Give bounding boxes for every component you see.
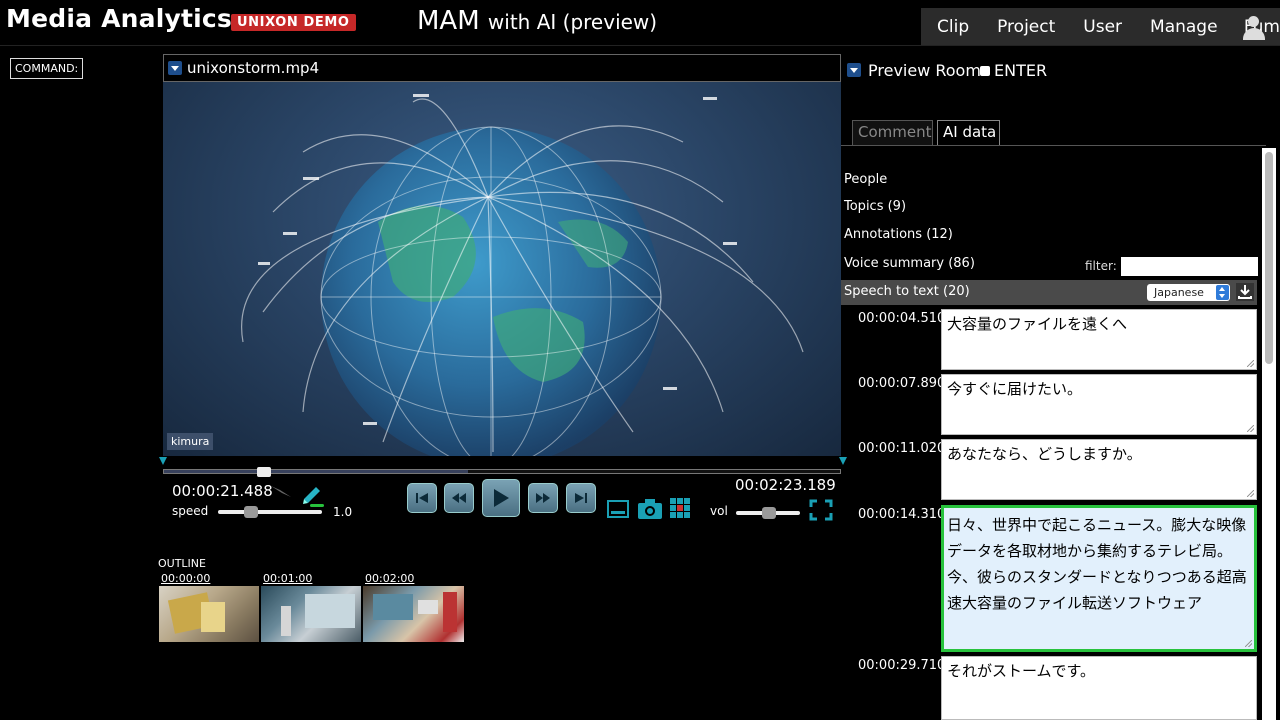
step-forward-icon bbox=[575, 493, 587, 503]
transcript-time[interactable]: 00:00:11.020 bbox=[858, 441, 945, 456]
header-divider bbox=[0, 45, 1280, 46]
speech-to-text-label: Speech to text (20) bbox=[844, 284, 970, 299]
rewind-button[interactable] bbox=[444, 483, 474, 513]
download-icon[interactable] bbox=[1236, 283, 1254, 301]
rewind-icon bbox=[452, 493, 466, 503]
transcript-text[interactable]: あなたなら、どうしますか。 bbox=[941, 439, 1257, 500]
outline-thumbnail[interactable] bbox=[159, 586, 259, 642]
subtitle-screen-icon[interactable] bbox=[607, 500, 629, 518]
step-forward-button[interactable] bbox=[566, 483, 596, 513]
dropdown-toggle-icon[interactable] bbox=[168, 61, 182, 75]
fast-forward-icon bbox=[536, 493, 550, 503]
transcript-time[interactable]: 00:00:07.890 bbox=[858, 376, 945, 391]
fullscreen-icon[interactable] bbox=[809, 499, 833, 521]
in-point-marker[interactable] bbox=[159, 457, 167, 465]
heading-main: MAM bbox=[417, 6, 480, 36]
pointer-tool-icon[interactable] bbox=[270, 484, 292, 498]
transcript-text-content: 今すぐに届けたい。 bbox=[947, 380, 1083, 398]
nav-manage[interactable]: Manage bbox=[1136, 17, 1232, 37]
transcript-text[interactable]: 大容量のファイルを遠くへ bbox=[941, 309, 1257, 370]
resize-grip-icon[interactable] bbox=[1247, 490, 1254, 497]
speed-value: 1.0 bbox=[333, 505, 353, 519]
nav-clip[interactable]: Clip bbox=[921, 17, 983, 37]
command-button[interactable]: COMMAND: bbox=[10, 58, 84, 79]
snapshot-camera-icon[interactable] bbox=[637, 497, 663, 521]
transcript-time[interactable]: 00:00:04.510 bbox=[858, 311, 945, 326]
outline-thumbnail[interactable] bbox=[363, 586, 464, 642]
nav-user[interactable]: User bbox=[1069, 17, 1136, 37]
globe-video-frame bbox=[241, 94, 804, 456]
transcript-text[interactable]: それがストームです。 bbox=[941, 656, 1257, 720]
volume-slider-knob[interactable] bbox=[762, 507, 776, 519]
category-people[interactable]: People bbox=[844, 172, 887, 187]
resize-grip-icon[interactable] bbox=[1245, 640, 1252, 647]
transcript-text-content: それがストームです。 bbox=[947, 662, 1096, 680]
speed-label: speed bbox=[172, 504, 209, 518]
preview-room-label[interactable]: Preview Room bbox=[868, 61, 981, 80]
select-arrows-icon bbox=[1216, 285, 1229, 300]
transcript-text-content: あなたなら、どうしますか。 bbox=[947, 445, 1142, 463]
transcript-text-active[interactable]: 日々、世界中で起こるニュース。膨大な映像データを各取材地から集約するテレビ局。今… bbox=[941, 505, 1257, 652]
out-point-marker[interactable] bbox=[839, 457, 847, 465]
language-value: Japanese bbox=[1154, 286, 1204, 299]
file-name: unixonstorm.mp4 bbox=[187, 59, 320, 77]
language-select[interactable]: Japanese bbox=[1147, 284, 1230, 301]
demo-badge: UNIXON DEMO bbox=[231, 14, 356, 31]
tab-divider bbox=[841, 145, 1266, 146]
filter-input[interactable] bbox=[1121, 257, 1258, 276]
file-selector[interactable]: unixonstorm.mp4 bbox=[163, 54, 841, 82]
app-title: Media Analytics bbox=[6, 4, 232, 33]
category-voice-summary[interactable]: Voice summary (86) bbox=[844, 256, 975, 271]
enter-checkbox[interactable] bbox=[980, 66, 990, 76]
volume-label: vol bbox=[710, 504, 728, 518]
volume-slider[interactable] bbox=[736, 507, 800, 519]
scrollbar-thumb[interactable] bbox=[1265, 152, 1273, 364]
speed-slider-knob[interactable] bbox=[244, 506, 258, 518]
step-back-button[interactable] bbox=[407, 483, 437, 513]
heading-sub: with AI (preview) bbox=[487, 10, 658, 34]
timeline-progress bbox=[164, 470, 468, 473]
speed-slider[interactable] bbox=[218, 506, 322, 518]
total-duration: 00:02:23.189 bbox=[735, 476, 836, 494]
nav-project[interactable]: Project bbox=[983, 17, 1069, 37]
tab-comment[interactable]: Comment bbox=[852, 120, 933, 145]
transcript-text[interactable]: 今すぐに届けたい。 bbox=[941, 374, 1257, 435]
filter-label: filter: bbox=[1085, 259, 1117, 273]
grid-view-icon[interactable] bbox=[669, 497, 691, 519]
outline-label: OUTLINE bbox=[158, 557, 206, 570]
panel-scrollbar[interactable] bbox=[1262, 148, 1276, 720]
outline-time[interactable]: 00:00:00 bbox=[161, 572, 210, 585]
transcript-time[interactable]: 00:00:29.710 bbox=[858, 658, 945, 673]
play-icon bbox=[494, 489, 509, 507]
resize-grip-icon[interactable] bbox=[1247, 360, 1254, 367]
video-watermark: kimura bbox=[167, 433, 214, 450]
step-back-icon bbox=[416, 493, 428, 503]
enter-label: ENTER bbox=[994, 61, 1048, 80]
fast-forward-button[interactable] bbox=[528, 483, 558, 513]
transcript-time[interactable]: 00:00:14.310 bbox=[858, 507, 945, 522]
pencil-annotate-icon[interactable] bbox=[300, 482, 326, 508]
speech-to-text-header[interactable]: Speech to text (20) Japanese bbox=[841, 280, 1257, 305]
transcript-text-content: 大容量のファイルを遠くへ bbox=[947, 315, 1128, 333]
outline-time[interactable]: 00:02:00 bbox=[365, 572, 414, 585]
play-button[interactable] bbox=[482, 479, 520, 517]
category-topics[interactable]: Topics (9) bbox=[844, 199, 906, 214]
category-annotations[interactable]: Annotations (12) bbox=[844, 227, 953, 242]
video-player[interactable]: kimura bbox=[163, 82, 841, 456]
timeline-handle[interactable] bbox=[257, 467, 271, 477]
preview-room-dropdown-icon[interactable] bbox=[847, 63, 861, 77]
current-time: 00:00:21.488 bbox=[172, 482, 273, 500]
outline-time[interactable]: 00:01:00 bbox=[263, 572, 312, 585]
page-heading: MAM with AI (preview) bbox=[417, 6, 657, 36]
outline-thumbnail[interactable] bbox=[261, 586, 361, 642]
tab-ai-data[interactable]: AI data bbox=[937, 120, 1000, 145]
transcript-text-content: 日々、世界中で起こるニュース。膨大な映像データを各取材地から集約するテレビ局。今… bbox=[947, 516, 1247, 612]
top-nav: Clip Project User Manage Fum bbox=[921, 8, 1280, 45]
resize-grip-icon[interactable] bbox=[1247, 425, 1254, 432]
